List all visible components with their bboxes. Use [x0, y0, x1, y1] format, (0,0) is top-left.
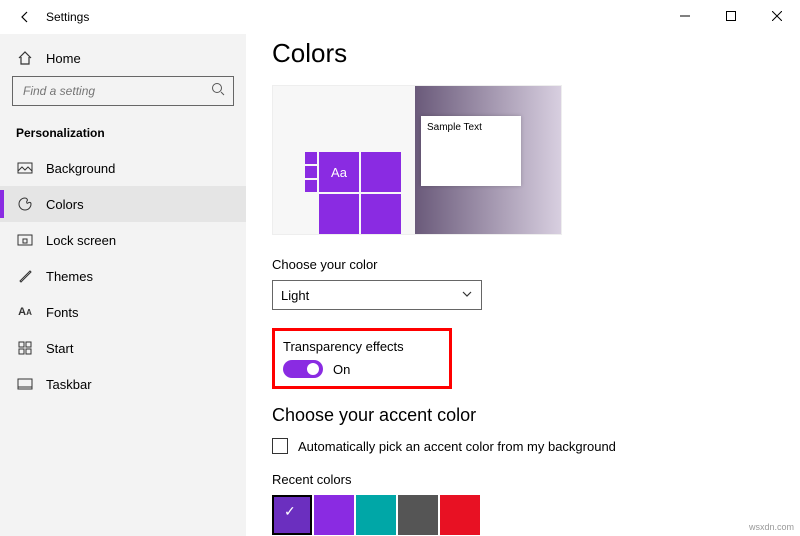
font-icon: AA [16, 303, 34, 321]
transparency-label: Transparency effects [283, 339, 439, 354]
window-title: Settings [38, 10, 89, 24]
sidebar: Home Personalization Background Colors L… [0, 34, 246, 536]
recent-colors-label: Recent colors [272, 472, 774, 487]
color-preview: Aa Sample Text [272, 85, 562, 235]
search-icon [211, 82, 225, 101]
category-label: Personalization [0, 118, 246, 150]
home-label: Home [46, 51, 81, 66]
sidebar-item-label: Start [46, 341, 73, 356]
choose-color-select[interactable]: Light [272, 280, 482, 310]
minimize-button[interactable] [662, 0, 708, 32]
brush-icon [16, 267, 34, 285]
start-icon [16, 339, 34, 357]
sidebar-item-background[interactable]: Background [0, 150, 246, 186]
transparency-state: On [333, 362, 350, 377]
sidebar-item-taskbar[interactable]: Taskbar [0, 366, 246, 402]
home-nav[interactable]: Home [0, 40, 246, 76]
sidebar-item-label: Taskbar [46, 377, 92, 392]
color-swatch[interactable] [440, 495, 480, 535]
chevron-down-icon [461, 288, 473, 303]
transparency-highlight: Transparency effects On [272, 328, 452, 389]
image-icon [16, 159, 34, 177]
auto-accent-checkbox[interactable] [272, 438, 288, 454]
auto-accent-label: Automatically pick an accent color from … [298, 439, 616, 454]
sidebar-item-start[interactable]: Start [0, 330, 246, 366]
preview-sample-window: Sample Text [421, 116, 521, 186]
preview-desktop-mock: Sample Text [415, 86, 561, 234]
sidebar-item-lockscreen[interactable]: Lock screen [0, 222, 246, 258]
color-swatch[interactable] [272, 495, 312, 535]
color-swatch[interactable] [356, 495, 396, 535]
accent-heading: Choose your accent color [272, 405, 774, 426]
lock-icon [16, 231, 34, 249]
taskbar-icon [16, 375, 34, 393]
sidebar-item-themes[interactable]: Themes [0, 258, 246, 294]
sidebar-item-label: Fonts [46, 305, 79, 320]
page-title: Colors [272, 38, 774, 69]
titlebar: Settings [0, 0, 800, 34]
transparency-toggle[interactable] [283, 360, 323, 378]
search-field[interactable] [21, 83, 211, 99]
sidebar-item-label: Themes [46, 269, 93, 284]
sidebar-item-colors[interactable]: Colors [0, 186, 246, 222]
sidebar-item-label: Background [46, 161, 115, 176]
recent-colors [272, 495, 774, 535]
close-button[interactable] [754, 0, 800, 32]
color-swatch[interactable] [398, 495, 438, 535]
watermark: wsxdn.com [749, 522, 794, 532]
color-swatch[interactable] [314, 495, 354, 535]
preview-tile-aa: Aa [319, 152, 359, 192]
sidebar-item-label: Colors [46, 197, 84, 212]
home-icon [16, 49, 34, 67]
back-button[interactable] [12, 4, 38, 30]
preview-start-mock: Aa [273, 86, 415, 234]
choose-color-value: Light [281, 288, 309, 303]
choose-color-label: Choose your color [272, 257, 774, 272]
search-input[interactable] [12, 76, 234, 106]
preview-sample-text: Sample Text [427, 122, 482, 133]
sidebar-item-fonts[interactable]: AA Fonts [0, 294, 246, 330]
palette-icon [16, 195, 34, 213]
sidebar-item-label: Lock screen [46, 233, 116, 248]
maximize-button[interactable] [708, 0, 754, 32]
main-content: Colors Aa Sampl [246, 34, 800, 536]
